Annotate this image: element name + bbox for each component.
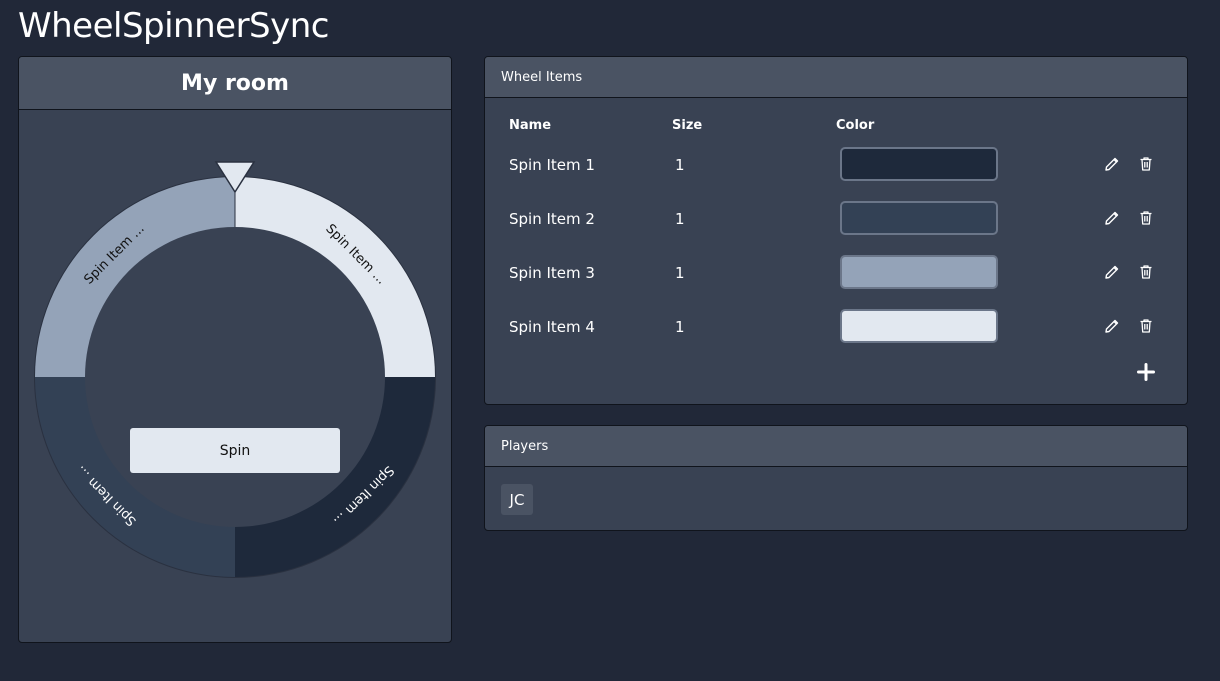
trash-icon[interactable] [1135,207,1157,229]
trash-icon[interactable] [1135,261,1157,283]
trash-icon[interactable] [1135,153,1157,175]
item-name: Spin Item 4 [509,318,595,336]
item-name: Spin Item 2 [509,210,595,228]
room-panel: My room Spin Item ... Spin Item ... Spin… [18,56,452,643]
item-size: 1 [675,318,685,336]
item-color-swatch[interactable] [840,309,998,343]
item-size: 1 [675,156,685,174]
players-header: Players [485,426,1187,467]
pencil-icon[interactable] [1101,153,1123,175]
item-size: 1 [675,210,685,228]
item-name: Spin Item 1 [509,156,595,174]
player-avatar: JC [501,484,533,515]
spinner-wheel[interactable]: Spin Item ... Spin Item ... Spin Item ..… [19,111,451,642]
wheel-item-row: Spin Item 1 1 [485,145,1187,185]
item-name: Spin Item 3 [509,264,595,282]
item-color-swatch[interactable] [840,147,998,181]
app-title: WheelSpinnerSync [18,6,330,46]
column-header-size: Size [672,118,703,133]
players-panel: Players JC [484,425,1188,531]
wheel-items-header: Wheel Items [485,57,1187,98]
wheel-item-row: Spin Item 2 1 [485,199,1187,239]
wheel-area: Spin Item ... Spin Item ... Spin Item ..… [19,111,451,642]
pencil-icon[interactable] [1101,207,1123,229]
item-color-swatch[interactable] [840,255,998,289]
wheel-item-row: Spin Item 3 1 [485,253,1187,293]
pencil-icon[interactable] [1101,261,1123,283]
wheel-hub [85,227,385,527]
plus-icon[interactable] [1133,359,1159,385]
room-title: My room [181,70,289,96]
pencil-icon[interactable] [1101,315,1123,337]
wheel-items-panel: Wheel Items Name Size Color Spin Item 1 … [484,56,1188,405]
room-header: My room [19,57,451,110]
wheel-item-row: Spin Item 4 1 [485,307,1187,347]
item-color-swatch[interactable] [840,201,998,235]
trash-icon[interactable] [1135,315,1157,337]
column-header-color: Color [836,118,875,133]
column-header-name: Name [509,118,552,133]
item-size: 1 [675,264,685,282]
spin-button[interactable]: Spin [130,428,340,473]
